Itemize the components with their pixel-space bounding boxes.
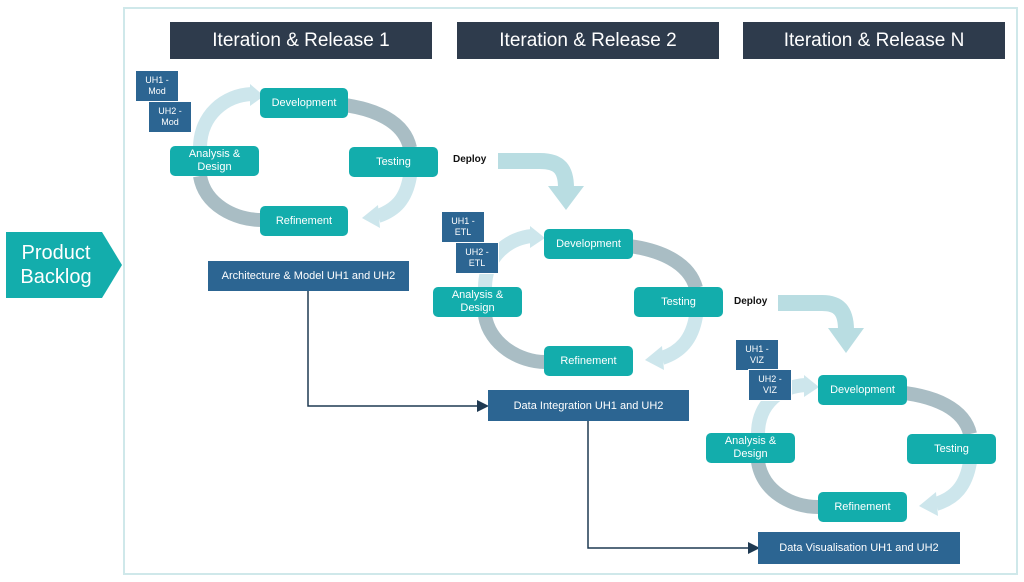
- story-line1: UH1 -: [145, 75, 169, 85]
- phase-architecture-model: Architecture & Model UH1 and UH2: [208, 261, 409, 291]
- user-story-uh2-etl: UH2 - ETL: [455, 242, 499, 274]
- node-testing-1: Testing: [349, 147, 438, 177]
- deploy-arrow-2: [778, 295, 864, 353]
- node-refinement-n: Refinement: [818, 492, 907, 522]
- story-line2: ETL: [454, 227, 472, 237]
- deploy-label-1: Deploy: [453, 154, 487, 165]
- deploy-label-2: Deploy: [734, 296, 768, 307]
- story-line1: UH1 -: [745, 344, 769, 354]
- story-line1: UH1 -: [451, 216, 475, 226]
- node-analysis-design-2: Analysis & Design: [433, 287, 522, 317]
- analysis-line1: Analysis &: [451, 289, 504, 301]
- node-refinement-2: Refinement: [544, 346, 633, 376]
- node-development-1: Development: [260, 88, 348, 118]
- analysis-line1: Analysis &: [188, 148, 241, 160]
- node-testing-2: Testing: [634, 287, 723, 317]
- story-line2: Mod: [148, 86, 166, 96]
- node-testing-n: Testing: [907, 434, 996, 464]
- story-line2: ETL: [468, 258, 486, 268]
- user-story-uh1-mod: UH1 - Mod: [135, 70, 179, 102]
- node-analysis-design-1: Analysis & Design: [170, 146, 259, 176]
- story-line1: UH2 -: [465, 247, 489, 257]
- user-story-uh2-viz: UH2 - VIZ: [748, 369, 792, 401]
- node-development-2: Development: [544, 229, 633, 259]
- phase-data-visualisation: Data Visualisation UH1 and UH2: [758, 532, 960, 564]
- story-line1: UH2 -: [158, 106, 182, 116]
- node-refinement-1: Refinement: [260, 206, 348, 236]
- analysis-line1: Analysis &: [724, 435, 777, 447]
- phase-data-integration: Data Integration UH1 and UH2: [488, 390, 689, 421]
- analysis-line2: Design: [733, 448, 768, 460]
- story-line2: VIZ: [762, 385, 777, 395]
- analysis-line2: Design: [460, 302, 495, 314]
- node-development-n: Development: [818, 375, 907, 405]
- user-story-uh1-viz: UH1 - VIZ: [735, 339, 779, 371]
- deploy-arrow-1: [498, 153, 584, 210]
- story-line2: VIZ: [749, 355, 764, 365]
- user-story-uh2-mod: UH2 - Mod: [148, 101, 192, 133]
- story-line1: UH2 -: [758, 374, 782, 384]
- node-analysis-design-n: Analysis & Design: [706, 433, 795, 463]
- analysis-line2: Design: [197, 161, 232, 173]
- story-line2: Mod: [161, 117, 179, 127]
- user-story-uh1-etl: UH1 - ETL: [441, 211, 485, 243]
